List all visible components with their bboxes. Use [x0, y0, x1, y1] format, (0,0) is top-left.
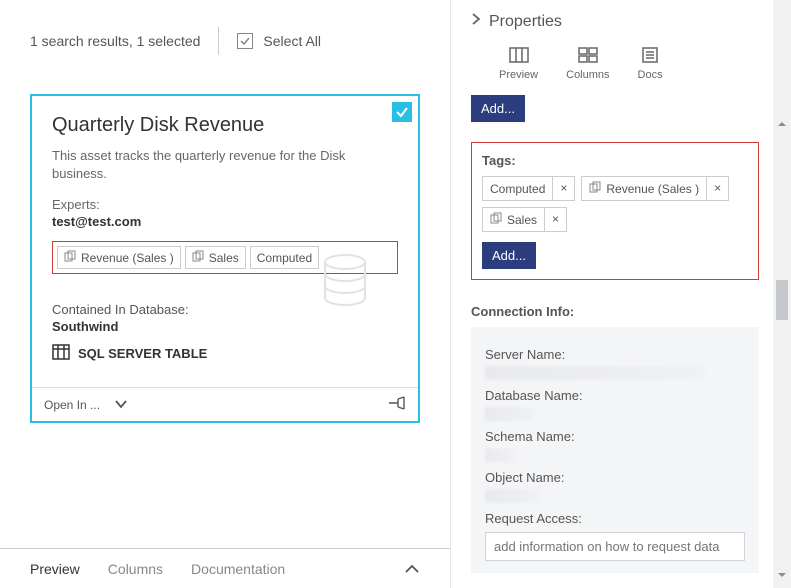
prop-icon-label: Columns — [566, 69, 609, 81]
copy-icon — [589, 181, 601, 196]
select-all-toggle[interactable]: Select All — [237, 33, 321, 49]
prop-icon-label: Preview — [499, 69, 538, 81]
properties-title: Properties — [489, 13, 562, 31]
tab-columns[interactable]: Columns — [108, 561, 163, 577]
tags-label: Tags: — [482, 153, 748, 168]
chevron-right-icon — [471, 12, 481, 31]
card-selected-check-icon[interactable] — [392, 102, 412, 122]
property-tag[interactable]: Sales × — [482, 207, 567, 232]
remove-tag-icon[interactable]: × — [552, 177, 574, 200]
database-icon — [322, 254, 368, 309]
scroll-down-icon[interactable] — [776, 569, 788, 583]
card-tag-label: Sales — [209, 251, 239, 265]
divider — [218, 27, 219, 55]
asset-description: This asset tracks the quarterly revenue … — [52, 147, 398, 183]
card-tag[interactable]: Sales — [185, 246, 246, 269]
server-name-value — [485, 366, 705, 380]
connection-info-panel: Server Name: Database Name: Schema Name:… — [471, 327, 759, 573]
bottom-tab-bar: Preview Columns Documentation — [0, 548, 450, 588]
pin-icon[interactable] — [388, 396, 406, 413]
copy-icon — [192, 250, 204, 265]
remove-tag-icon[interactable]: × — [544, 208, 566, 231]
experts-label: Experts: — [52, 197, 398, 212]
request-access-input[interactable] — [485, 532, 745, 561]
search-results-text: 1 search results, 1 selected — [30, 33, 200, 49]
add-tag-button[interactable]: Add... — [482, 242, 536, 269]
tab-documentation[interactable]: Documentation — [191, 561, 285, 577]
contained-in-value: Southwind — [52, 319, 398, 334]
add-button[interactable]: Add... — [471, 95, 525, 122]
tags-panel: Tags: Computed × Revenue (Sales ) × — [471, 142, 759, 280]
prop-icon-preview[interactable]: Preview — [499, 47, 538, 81]
prop-icon-docs[interactable]: Docs — [638, 47, 663, 81]
copy-icon — [64, 250, 76, 265]
remove-tag-icon[interactable]: × — [706, 177, 728, 200]
scrollbar[interactable] — [773, 0, 791, 588]
property-tag[interactable]: Computed × — [482, 176, 575, 201]
open-in-dropdown[interactable]: Open In ... — [44, 398, 128, 412]
select-all-label: Select All — [263, 33, 321, 49]
card-tag[interactable]: Revenue (Sales ) — [57, 246, 181, 269]
open-in-label: Open In ... — [44, 398, 100, 412]
checkbox-icon — [237, 33, 253, 49]
card-tag-label: Revenue (Sales ) — [81, 251, 174, 265]
schema-name-label: Schema Name: — [485, 429, 745, 444]
database-name-label: Database Name: — [485, 388, 745, 403]
card-tag[interactable]: Computed — [250, 246, 319, 269]
scroll-up-icon[interactable] — [776, 118, 788, 132]
object-name-label: Object Name: — [485, 470, 745, 485]
request-access-label: Request Access: — [485, 511, 745, 526]
tab-preview[interactable]: Preview — [30, 561, 80, 577]
prop-icon-columns[interactable]: Columns — [566, 47, 609, 81]
card-tag-label: Computed — [257, 251, 312, 265]
copy-icon — [490, 212, 502, 227]
table-icon — [52, 344, 70, 363]
connection-info-label: Connection Info: — [471, 304, 759, 319]
object-name-value — [485, 489, 540, 503]
asset-card[interactable]: Quarterly Disk Revenue This asset tracks… — [30, 94, 420, 423]
chevron-down-icon — [114, 398, 128, 412]
server-name-label: Server Name: — [485, 347, 745, 362]
asset-title: Quarterly Disk Revenue — [52, 114, 398, 137]
property-tag[interactable]: Revenue (Sales ) × — [581, 176, 729, 201]
tag-text: Revenue (Sales ) — [606, 182, 699, 196]
scroll-thumb[interactable] — [776, 280, 788, 320]
prop-icon-label: Docs — [638, 69, 663, 81]
tag-text: Computed — [490, 182, 545, 196]
database-name-value — [485, 407, 533, 421]
properties-header[interactable]: Properties — [471, 0, 759, 41]
experts-value: test@test.com — [52, 214, 398, 229]
schema-name-value — [485, 448, 515, 462]
asset-type: SQL SERVER TABLE — [78, 346, 207, 361]
tag-text: Sales — [507, 213, 537, 227]
collapse-icon[interactable] — [404, 561, 420, 577]
